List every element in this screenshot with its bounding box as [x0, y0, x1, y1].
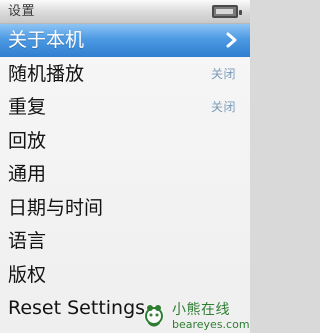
menu-item-general[interactable]: 通用	[0, 158, 250, 191]
menu-item-about[interactable]: 关于本机	[0, 24, 250, 57]
watermark: 小熊在线 beareyes.com	[140, 298, 250, 333]
menu-item-label: 版权	[8, 264, 47, 286]
bear-logo-icon	[144, 305, 164, 327]
menu-item-label: Reset Settings	[8, 297, 146, 319]
menu-item-copyright[interactable]: 版权	[0, 259, 250, 292]
menu-item-label: 回放	[8, 130, 47, 152]
battery-icon	[212, 5, 242, 18]
menu-item-date-time[interactable]: 日期与时间	[0, 192, 250, 225]
menu-item-value: 关闭	[210, 67, 236, 81]
menu-item-label: 语言	[8, 230, 47, 252]
menu-item-label: 关于本机	[8, 29, 85, 51]
page-title: 设置	[8, 4, 36, 19]
menu-item-label: 日期与时间	[8, 197, 104, 219]
menu-item-label: 重复	[8, 96, 47, 118]
menu-item-label: 随机播放	[8, 63, 85, 85]
menu-item-label: 通用	[8, 163, 47, 185]
settings-menu: 关于本机 随机播放 关闭 重复 关闭 回放 通用 日期与时间 语言 版权 Res…	[0, 24, 250, 333]
menu-item-value: 关闭	[210, 100, 236, 114]
watermark-name: 小熊在线	[172, 302, 230, 318]
menu-item-repeat[interactable]: 重复 关闭	[0, 91, 250, 124]
settings-screen: 设置 关于本机 随机播放 关闭 重复 关闭 回放 通用 日期与时间 语言 版权 …	[0, 0, 250, 333]
title-bar: 设置	[0, 0, 250, 24]
watermark-url: beareyes.com	[172, 318, 250, 331]
menu-item-shuffle[interactable]: 随机播放 关闭	[0, 58, 250, 91]
menu-item-language[interactable]: 语言	[0, 225, 250, 258]
chevron-right-icon	[226, 32, 237, 48]
menu-item-playback[interactable]: 回放	[0, 125, 250, 158]
battery-level-icon	[216, 9, 233, 14]
